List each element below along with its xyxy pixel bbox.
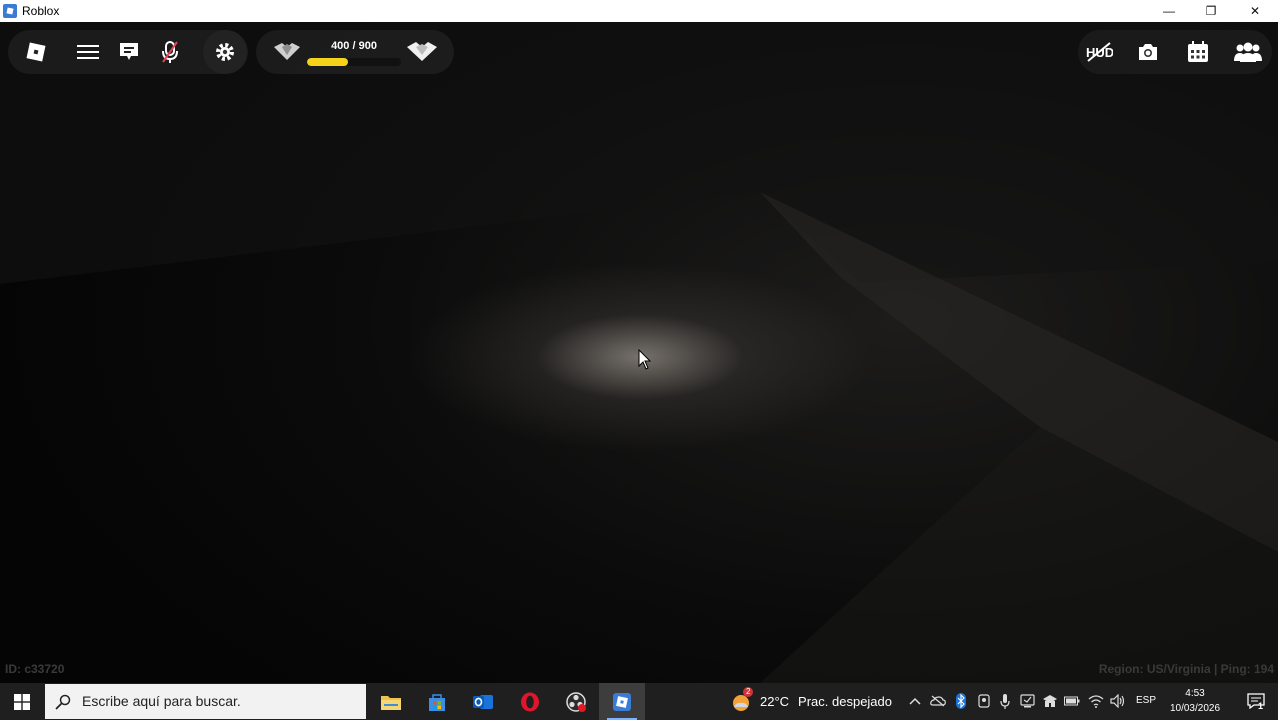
microphone-muted-icon — [162, 41, 178, 63]
chat-button[interactable] — [107, 30, 151, 74]
obs-icon — [566, 691, 586, 712]
mouse-cursor-icon — [638, 349, 652, 370]
taskbar-search-box[interactable]: Escribe aquí para buscar. — [45, 684, 366, 719]
window-title-bar: Roblox — ❐ ✕ — [0, 0, 1278, 22]
app-tray-icon[interactable] — [1042, 693, 1058, 709]
xp-left-diamond-icon — [274, 43, 300, 60]
start-button[interactable] — [0, 683, 44, 720]
hide-hud-icon: HUD — [1086, 42, 1113, 62]
chat-icon — [120, 43, 138, 60]
search-icon — [55, 694, 71, 710]
security-icon[interactable] — [1019, 693, 1035, 709]
xp-right-button[interactable] — [400, 30, 444, 74]
xp-progress-fill — [307, 58, 349, 66]
outlook-icon — [473, 694, 493, 709]
settings-icon — [216, 43, 234, 61]
taskbar-opera[interactable] — [507, 683, 553, 720]
region-ping-label: Region: US/Virginia | Ping: 194 — [1098, 662, 1274, 676]
taskbar-microsoft-store[interactable] — [414, 683, 460, 720]
notification-count: 1 — [1258, 700, 1264, 711]
camera-icon — [1139, 44, 1157, 60]
weather-icon: 2 — [730, 686, 754, 713]
friends-icon — [1234, 42, 1262, 62]
taskbar-obs[interactable] — [553, 683, 599, 720]
menu-icon — [77, 45, 99, 59]
roblox-menu-button[interactable] — [14, 30, 58, 74]
roblox-logo-icon — [26, 42, 46, 62]
voice-chat-button[interactable] — [148, 30, 192, 74]
opera-icon — [521, 692, 539, 711]
file-explorer-icon — [381, 695, 401, 710]
clock-time: 4:53 — [1185, 688, 1205, 699]
screenshot-button[interactable] — [1126, 30, 1170, 74]
window-title: Roblox — [22, 4, 60, 18]
taskbar-file-explorer[interactable] — [368, 683, 414, 720]
windows-logo-icon — [14, 693, 30, 710]
clock-date: 10/03/2026 — [1169, 703, 1221, 714]
volume-icon[interactable] — [1110, 693, 1126, 709]
calendar-button[interactable] — [1176, 30, 1220, 74]
show-hidden-icons-chevron-icon[interactable] — [907, 693, 923, 709]
menu-button[interactable] — [66, 30, 110, 74]
xp-progress-bar — [307, 58, 401, 66]
weather-description: Prac. despejado — [798, 694, 892, 709]
calendar-icon — [1188, 41, 1208, 62]
close-button[interactable]: ✕ — [1232, 0, 1278, 22]
roblox-app-icon — [3, 4, 17, 18]
taskbar-outlook[interactable] — [460, 683, 506, 720]
weather-badge: 2 — [743, 686, 754, 697]
restore-button[interactable]: ❐ — [1188, 0, 1234, 22]
microsoft-store-icon — [429, 693, 445, 711]
hide-hud-button[interactable]: HUD — [1077, 30, 1121, 74]
settings-button[interactable] — [203, 30, 247, 74]
windows-taskbar: Escribe aquí para buscar. 2 22°C Prac. d… — [0, 683, 1278, 720]
taskbar-clock[interactable]: 4:53 10/03/2026 — [1160, 686, 1230, 716]
xp-right-diamond-icon — [407, 42, 437, 61]
friends-button[interactable] — [1226, 30, 1270, 74]
input-language[interactable]: ESP — [1136, 695, 1156, 706]
microphone-icon[interactable] — [997, 693, 1013, 709]
onedrive-off-icon[interactable] — [930, 693, 946, 709]
search-placeholder: Escribe aquí para buscar. — [82, 693, 241, 709]
notification-icon: 1 — [1247, 692, 1267, 711]
bluetooth-icon[interactable] — [953, 693, 969, 709]
notification-center-button[interactable]: 1 — [1236, 683, 1278, 720]
taskbar-roblox[interactable] — [599, 683, 645, 720]
roblox-icon — [613, 692, 631, 711]
minimize-button[interactable]: — — [1146, 0, 1192, 22]
wifi-icon[interactable] — [1088, 693, 1104, 709]
battery-icon[interactable] — [1064, 693, 1080, 709]
meet-now-icon[interactable] — [976, 693, 992, 709]
taskbar-weather[interactable]: 2 22°C Prac. despejado — [730, 683, 892, 720]
weather-temperature: 22°C — [760, 694, 790, 709]
server-id-label: ID: c33720 — [5, 662, 65, 676]
xp-counter: 400 / 900 — [331, 40, 377, 52]
xp-left-button[interactable] — [265, 30, 309, 74]
